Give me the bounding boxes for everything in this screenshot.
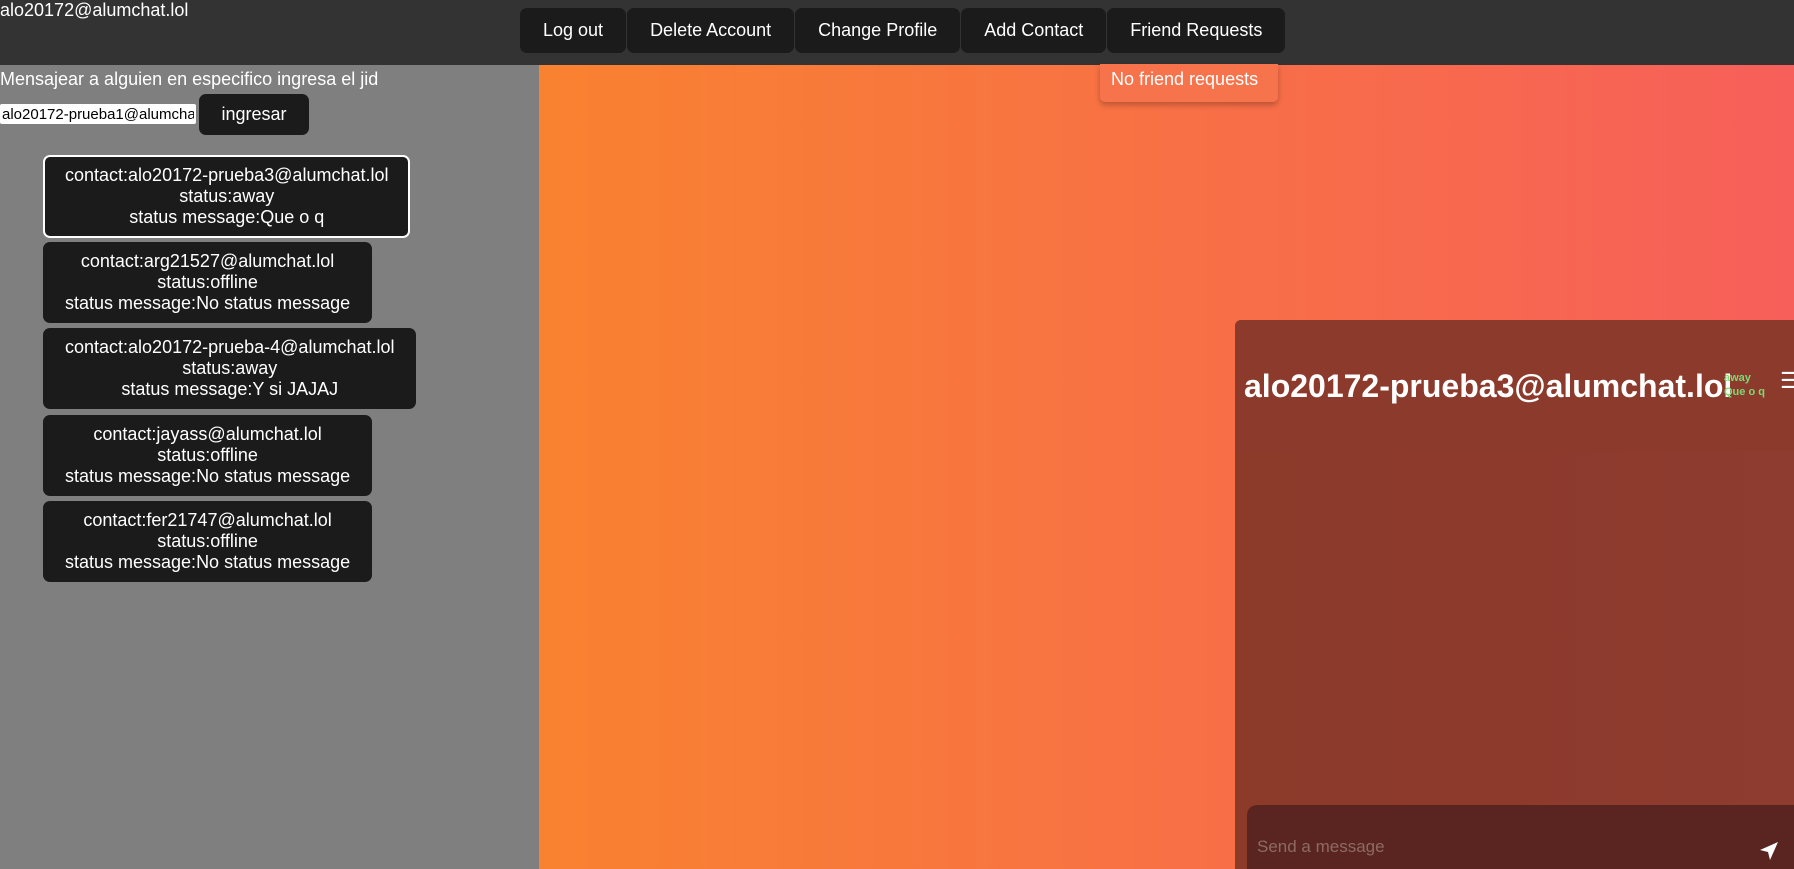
contact-jid: contact:jayass@alumchat.lol — [93, 424, 322, 444]
chat-contact-status: away Que o q — [1724, 371, 1765, 399]
chat-contact-title: alo20172-prueba3@alumchat.lol — [1244, 368, 1733, 404]
contact-status-message: status message:No status message — [65, 293, 351, 313]
contact-status-message: status message:Y si JAJAJ — [121, 379, 339, 399]
friend-requests-button[interactable]: Friend Requests — [1107, 8, 1286, 53]
contact-jid: contact:alo20172-prueba-4@alumchat.lol — [65, 337, 395, 357]
change-profile-button[interactable]: Change Profile — [795, 8, 961, 53]
contact-card[interactable]: contact:alo20172-prueba3@alumchat.lol st… — [43, 155, 411, 238]
contact-status-message: status message:No status message — [65, 466, 351, 486]
contact-jid: contact:alo20172-prueba3@alumchat.lol — [65, 165, 389, 185]
send-icon[interactable] — [1759, 841, 1779, 861]
friend-requests-dropdown: No friend requests — [1100, 64, 1278, 102]
contact-card[interactable]: contact:alo20172-prueba-4@alumchat.lol s… — [43, 328, 417, 409]
contact-status-message: status message:Que o q — [129, 207, 325, 227]
contact-status-message: status message:No status message — [65, 552, 351, 572]
contact-status: status:offline — [157, 445, 258, 465]
add-contact-button[interactable]: Add Contact — [961, 8, 1107, 53]
ingresar-button[interactable]: ingresar — [199, 94, 309, 135]
top-bar: alo20172@alumchat.lol Log out Delete Acc… — [0, 0, 1794, 65]
contacts-sidebar: Mensajear a alguien en especifico ingres… — [0, 65, 539, 869]
contact-card[interactable]: contact:arg21527@alumchat.lol status:off… — [43, 242, 373, 323]
message-composer — [1247, 805, 1794, 869]
message-input[interactable] — [1257, 833, 1737, 861]
current-user-jid: alo20172@alumchat.lol — [0, 0, 189, 20]
contact-status: status:away — [182, 358, 278, 378]
chat-status-text: away — [1724, 372, 1751, 384]
hamburger-menu-icon[interactable]: ☰ — [1780, 368, 1794, 394]
jid-input[interactable] — [0, 104, 196, 124]
logout-button[interactable]: Log out — [520, 8, 627, 53]
top-navigation: Log out Delete Account Change Profile Ad… — [520, 8, 1286, 53]
chat-header: alo20172-prueba3@alumchat.lol away Que o… — [1235, 320, 1794, 451]
contact-status: status:away — [179, 186, 275, 206]
chat-status-message: Que o q — [1724, 386, 1765, 398]
contact-status: status:offline — [157, 531, 258, 551]
chat-window: alo20172-prueba3@alumchat.lol away Que o… — [1235, 320, 1794, 869]
jid-hint-text: Mensajear a alguien en especifico ingres… — [0, 69, 379, 89]
contact-card[interactable]: contact:jayass@alumchat.lol status:offli… — [43, 415, 373, 496]
contact-jid: contact:fer21747@alumchat.lol — [83, 510, 332, 530]
delete-account-button[interactable]: Delete Account — [627, 8, 795, 53]
contact-jid: contact:arg21527@alumchat.lol — [80, 251, 335, 271]
contact-status: status:offline — [157, 272, 258, 292]
contact-card[interactable]: contact:fer21747@alumchat.lol status:off… — [43, 501, 373, 582]
